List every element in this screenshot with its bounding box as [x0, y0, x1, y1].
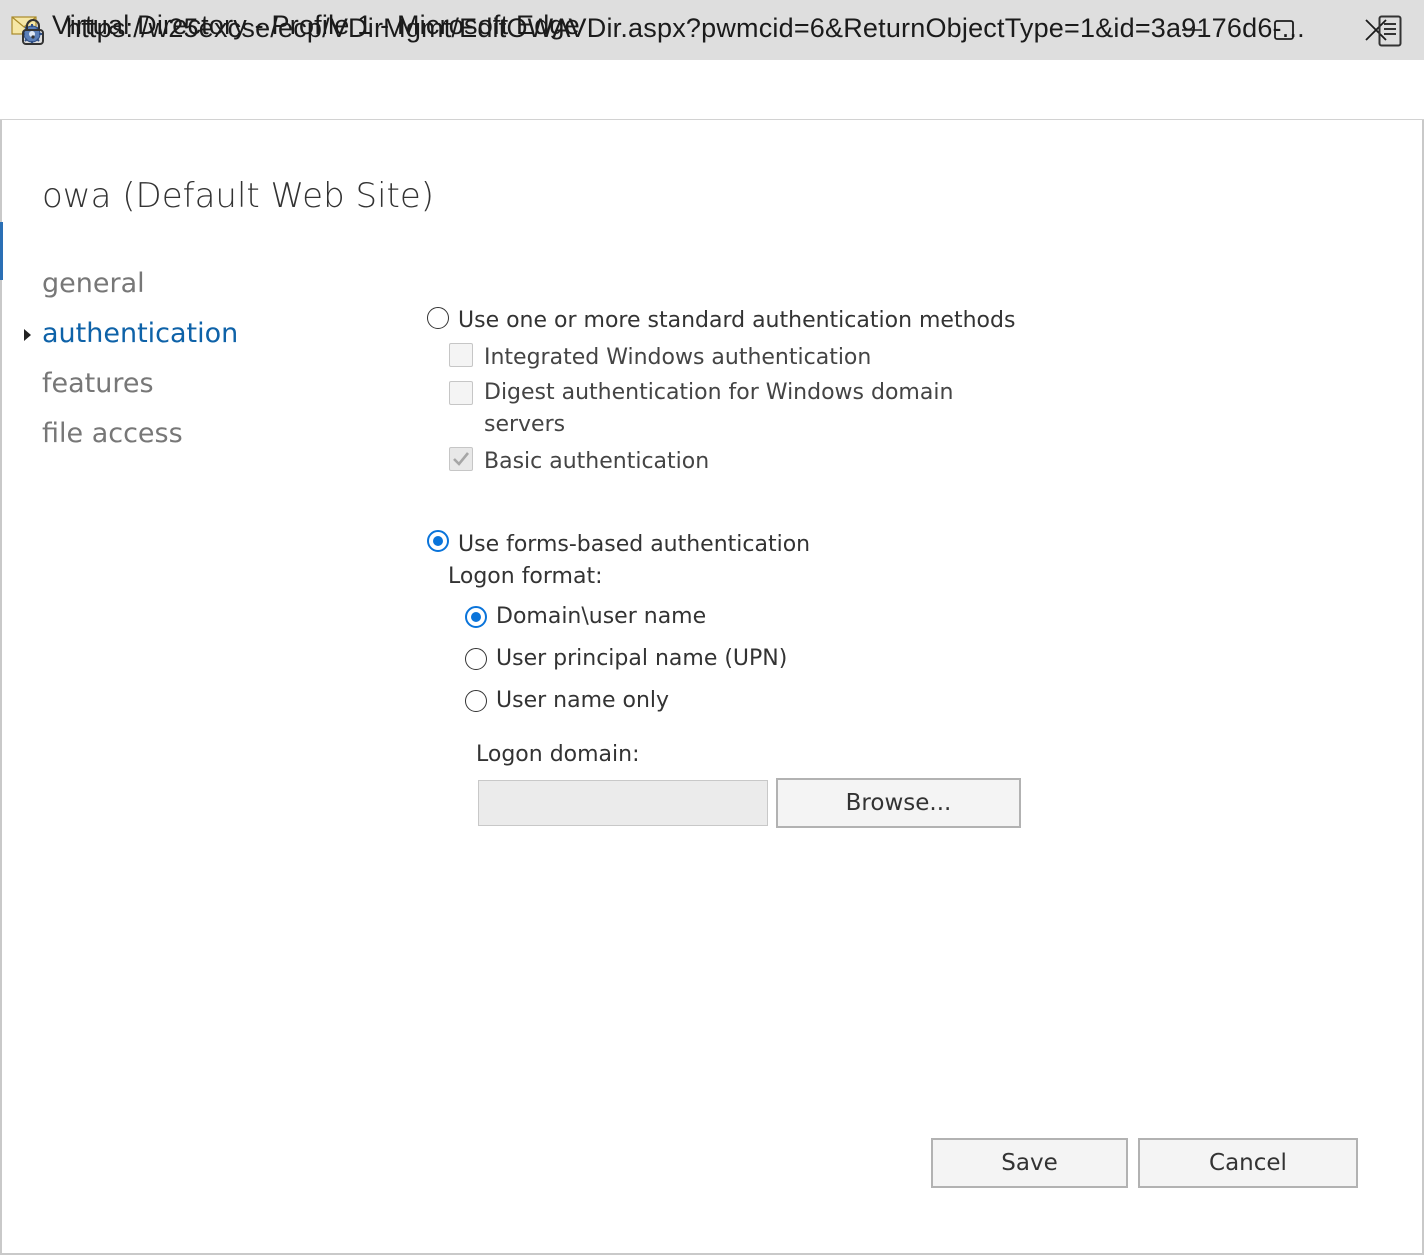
digest-auth-checkbox[interactable] — [449, 381, 473, 405]
logon-format-label: Logon format: — [448, 564, 603, 589]
lock-icon[interactable] — [20, 18, 46, 46]
format-domain-user-radio[interactable] — [465, 606, 487, 628]
nav-selected-arrow-icon — [24, 329, 31, 341]
forms-auth-radio[interactable] — [427, 530, 449, 552]
page-title: owa (Default Web Site) — [42, 176, 435, 216]
save-button[interactable]: Save — [931, 1138, 1128, 1188]
reader-view-icon[interactable] — [1378, 15, 1402, 47]
nav-item-features[interactable]: features — [42, 368, 154, 399]
address-bar — [0, 60, 1424, 120]
digest-auth-label: Digest authentication for Windows domain — [484, 380, 954, 405]
basic-auth-checkbox[interactable] — [449, 447, 473, 471]
cancel-button[interactable]: Cancel — [1138, 1138, 1358, 1188]
window-focus-accent — [0, 222, 3, 280]
integrated-windows-auth-label: Integrated Windows authentication — [484, 345, 872, 370]
nav-item-general[interactable]: general — [42, 268, 145, 299]
logon-domain-input[interactable] — [478, 780, 768, 826]
digest-auth-label-continued: servers — [484, 412, 566, 437]
format-upn-label: User principal name (UPN) — [496, 646, 788, 671]
nav-item-authentication[interactable]: authentication — [42, 318, 238, 349]
format-upn-radio[interactable] — [465, 648, 487, 670]
checkmark-icon — [453, 452, 470, 466]
nav-item-file-access[interactable]: file access — [42, 418, 183, 449]
integrated-windows-auth-checkbox[interactable] — [449, 343, 473, 367]
standard-auth-label: Use one or more standard authentication … — [458, 308, 1016, 333]
format-domain-user-label: Domain\user name — [496, 604, 707, 629]
logon-domain-label: Logon domain: — [476, 742, 640, 767]
browse-button[interactable]: Browse... — [776, 778, 1021, 828]
standard-auth-radio[interactable] — [427, 307, 449, 329]
window-left-border — [0, 120, 2, 1255]
url-text[interactable]: https://w25excse/ecp/VDirMgmt/EditOWAVDi… — [66, 13, 1305, 44]
format-username-only-label: User name only — [496, 688, 670, 713]
close-button[interactable] — [1330, 0, 1422, 60]
format-username-only-radio[interactable] — [465, 690, 487, 712]
forms-auth-label: Use forms-based authentication — [458, 532, 811, 557]
basic-auth-label: Basic authentication — [484, 449, 710, 474]
